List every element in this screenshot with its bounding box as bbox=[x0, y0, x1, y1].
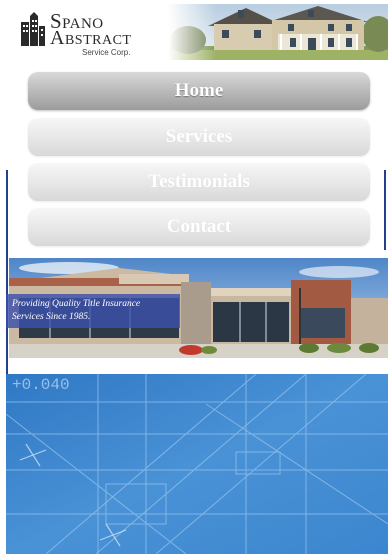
nav-services-button[interactable]: Services bbox=[28, 118, 370, 156]
nav-home-label: Home bbox=[174, 80, 224, 101]
left-accent-bar bbox=[6, 170, 8, 375]
house-photo bbox=[168, 4, 388, 60]
nav-home-button[interactable]: Home bbox=[28, 72, 370, 110]
nav-testimonials-button[interactable]: Testimonials bbox=[28, 163, 370, 201]
nav-services-label: Services bbox=[165, 126, 233, 147]
nav-testimonials-label: Testimonials bbox=[148, 171, 250, 192]
site-header: Spano Abstract Service Corp. bbox=[0, 0, 388, 66]
blueprint-graphic bbox=[6, 374, 388, 554]
blueprint-background: +0.040 bbox=[6, 374, 388, 554]
nav-contact-button[interactable]: Contact bbox=[28, 208, 370, 246]
blueprint-dimension-text: +0.040 bbox=[12, 376, 70, 394]
logo-text-service-corp: Service Corp. bbox=[82, 48, 131, 57]
company-logo[interactable]: Spano Abstract Service Corp. bbox=[20, 10, 160, 57]
tagline-banner: Providing Quality Title Insurance Servic… bbox=[6, 294, 180, 328]
right-accent-bar bbox=[384, 170, 386, 250]
logo-text-abstract: Abstract bbox=[50, 27, 132, 49]
nav-contact-label: Contact bbox=[166, 216, 232, 237]
building-logo-icon bbox=[21, 12, 45, 46]
